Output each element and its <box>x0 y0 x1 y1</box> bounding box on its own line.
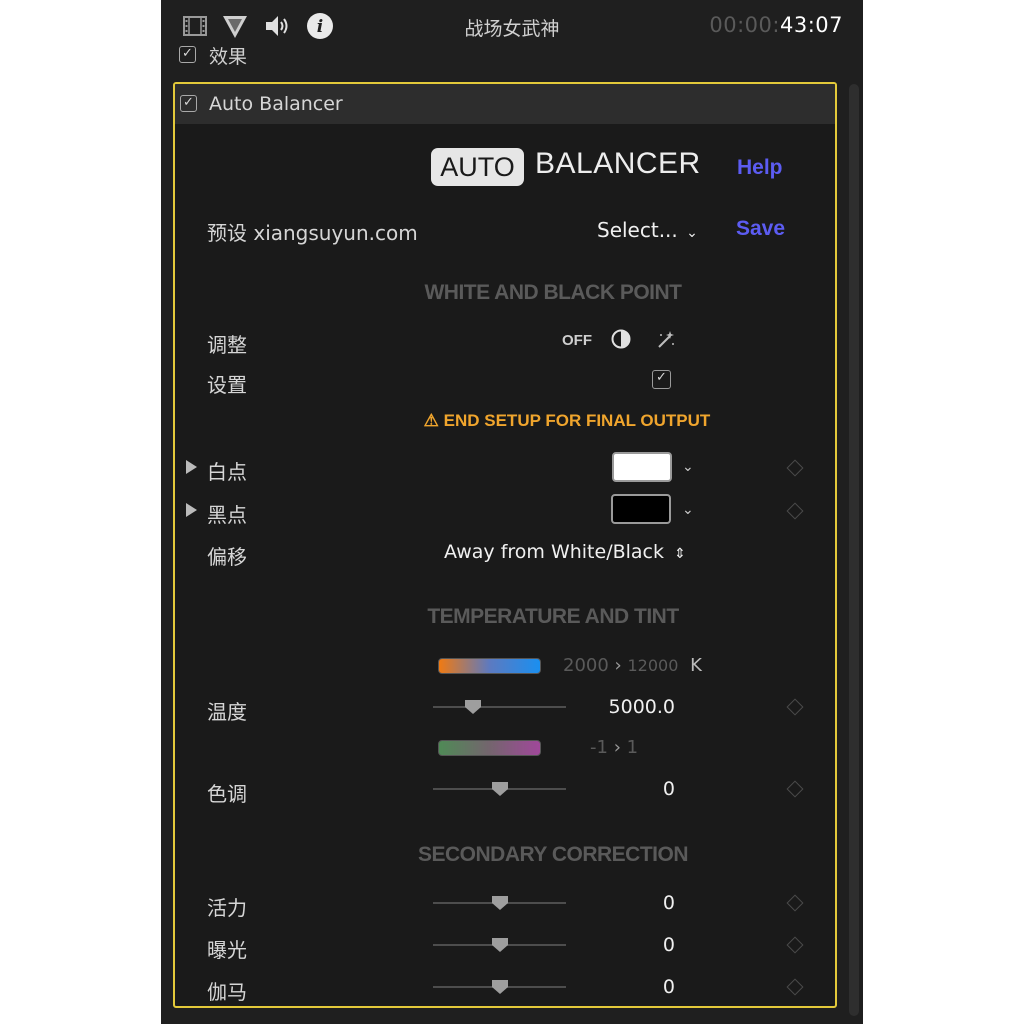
save-link[interactable]: Save <box>736 217 785 241</box>
tint-label: 色调 <box>207 782 247 806</box>
setup-checkbox[interactable]: ✓ <box>652 370 671 389</box>
vibrance-slider-thumb[interactable] <box>491 896 508 910</box>
vibrance-label: 活力 <box>207 896 247 920</box>
exposure-value[interactable]: 0 <box>575 934 675 956</box>
setup-warning: ⚠ END SETUP FOR FINAL OUTPUT <box>423 411 711 430</box>
section-white-black-point: WHITE AND BLACK POINT <box>424 281 682 304</box>
gamma-value[interactable]: 0 <box>575 976 675 998</box>
preset-label: 预设 xiangsuyun.com <box>207 221 418 245</box>
white-point-swatch[interactable] <box>612 452 672 482</box>
timecode-main: 43:07 <box>779 13 843 37</box>
offset-label: 偏移 <box>207 545 247 569</box>
auto-balancer-effect: ✓ Auto Balancer AUTO BALANCER Help 预设 xi… <box>173 82 837 1008</box>
range-arrow-icon: › <box>613 737 621 758</box>
scrollbar[interactable] <box>849 84 859 1016</box>
tint-gradient <box>438 740 541 756</box>
exposure-label: 曝光 <box>207 938 247 962</box>
effects-header[interactable]: ✓ 效果 <box>179 44 379 68</box>
temperature-range-high: 12000 <box>627 656 679 675</box>
offset-popup[interactable]: Away from White/Black ⇕ <box>444 541 686 563</box>
temperature-range-low: 2000 <box>563 655 609 676</box>
tint-range-high: 1 <box>626 737 639 758</box>
tint-value[interactable]: 0 <box>575 778 675 800</box>
vibrance-keyframe-icon[interactable] <box>786 894 804 912</box>
black-point-chevron-icon[interactable]: ⌄ <box>682 502 694 518</box>
help-link[interactable]: Help <box>737 156 783 180</box>
temperature-keyframe-icon[interactable] <box>786 698 804 716</box>
temperature-range: 2000 › 12000 K <box>563 655 702 676</box>
gamma-label: 伽马 <box>207 980 247 1004</box>
vibrance-value[interactable]: 0 <box>575 892 675 914</box>
section-temperature-tint: TEMPERATURE AND TINT <box>427 605 679 628</box>
adjust-label: 调整 <box>207 333 247 357</box>
effect-header[interactable]: ✓ Auto Balancer <box>175 84 835 124</box>
effects-checkbox[interactable]: ✓ <box>179 46 196 63</box>
effect-name: Auto Balancer <box>209 93 343 115</box>
logo-title: BALANCER <box>535 147 701 180</box>
adjust-off-button[interactable]: OFF <box>562 332 592 349</box>
section-secondary-correction: SECONDARY CORRECTION <box>417 843 689 866</box>
white-point-keyframe-icon[interactable] <box>786 459 804 477</box>
tint-range-low: -1 <box>590 737 608 758</box>
tint-keyframe-icon[interactable] <box>786 780 804 798</box>
offset-value: Away from White/Black <box>444 541 665 563</box>
gamma-slider-thumb[interactable] <box>491 980 508 994</box>
temperature-unit: K <box>690 655 702 676</box>
black-point-label: 黑点 <box>207 503 247 527</box>
temperature-label: 温度 <box>207 700 247 724</box>
contrast-icon[interactable] <box>611 329 631 349</box>
temperature-slider-track[interactable] <box>433 706 566 708</box>
timecode: 00:00:43:07 <box>709 13 843 37</box>
white-point-disclosure[interactable] <box>186 460 197 474</box>
tint-slider-thumb[interactable] <box>491 782 508 796</box>
gamma-keyframe-icon[interactable] <box>786 978 804 996</box>
timecode-dim: 00:00: <box>709 13 780 37</box>
preset-select-value: Select... <box>597 218 678 242</box>
effect-enable-checkbox[interactable]: ✓ <box>180 95 197 112</box>
temperature-slider-thumb[interactable] <box>464 700 481 714</box>
exposure-slider-thumb[interactable] <box>491 938 508 952</box>
white-point-label: 白点 <box>207 460 247 484</box>
effects-label: 效果 <box>209 46 248 68</box>
preset-select[interactable]: Select... ⌄ <box>597 218 698 242</box>
magic-wand-icon[interactable] <box>655 329 677 351</box>
range-arrow-icon: › <box>614 655 622 676</box>
black-point-disclosure[interactable] <box>186 503 197 517</box>
temperature-value[interactable]: 5000.0 <box>575 696 675 718</box>
chevron-down-icon: ⌄ <box>686 225 698 241</box>
black-point-swatch[interactable] <box>611 494 671 524</box>
white-point-chevron-icon[interactable]: ⌄ <box>682 459 694 475</box>
inspector-panel: i 战场女武神 00:00:43:07 ✓ 效果 ✓ Auto Balancer… <box>161 0 863 1024</box>
black-point-keyframe-icon[interactable] <box>786 502 804 520</box>
exposure-keyframe-icon[interactable] <box>786 936 804 954</box>
updown-chevron-icon: ⇕ <box>674 546 686 562</box>
temperature-gradient <box>438 658 541 674</box>
logo-badge: AUTO <box>431 148 524 186</box>
setup-label: 设置 <box>207 373 247 397</box>
tint-range: -1 › 1 <box>590 737 638 758</box>
